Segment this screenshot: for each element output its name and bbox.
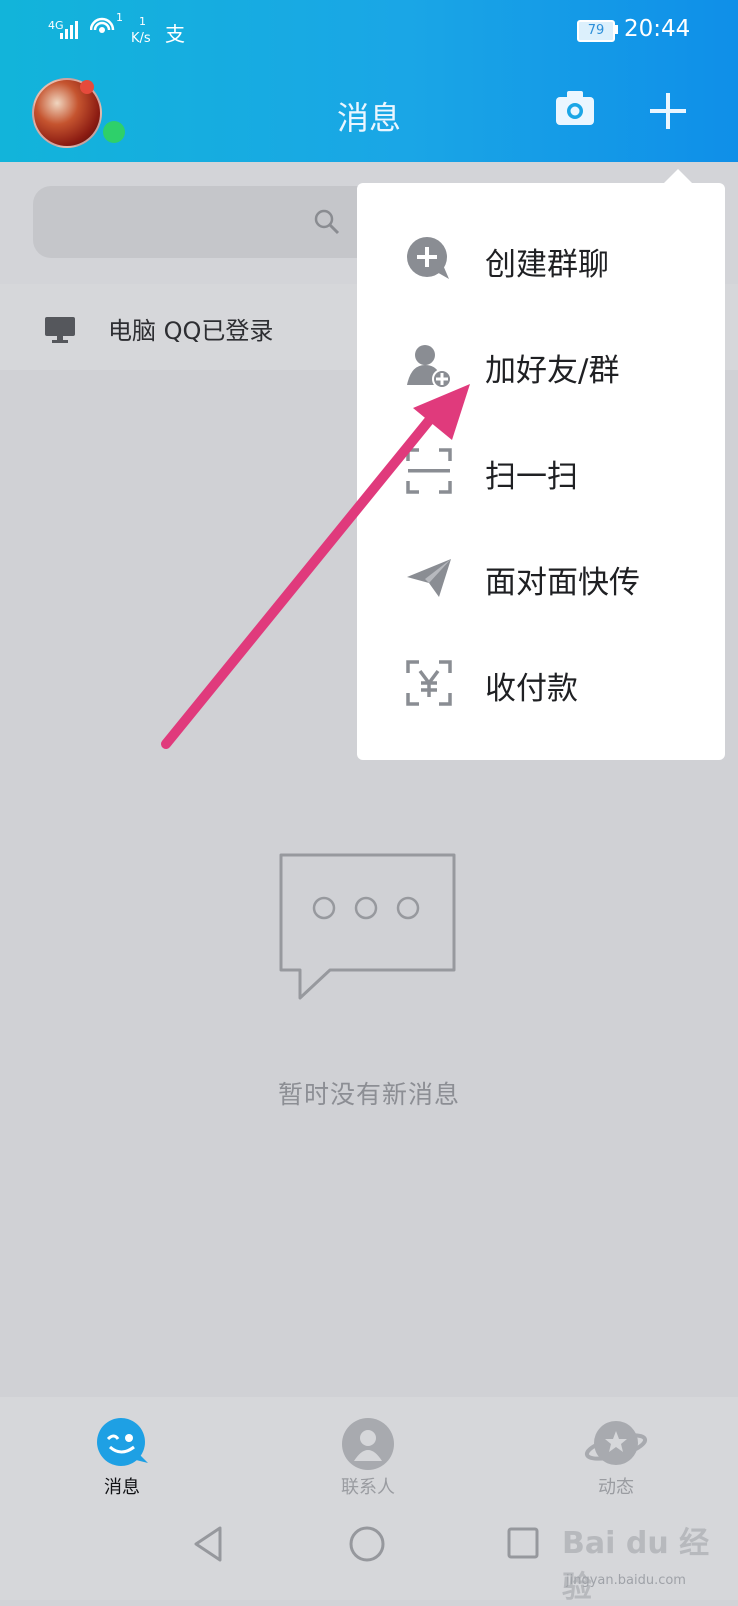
speed-unit: K/s (131, 31, 151, 46)
recent-apps-nav-icon[interactable] (506, 1526, 542, 1562)
watermark-url: jingyan.baidu.com (566, 1573, 686, 1588)
contacts-tab-icon (342, 1418, 394, 1470)
tab-messages[interactable]: 消息 (52, 1397, 192, 1499)
empty-state-text: 暂时没有新消息 (277, 1080, 460, 1109)
battery-icon: 79 (577, 20, 615, 42)
bottom-tab-bar: 消息 联系人 动态 (0, 1397, 738, 1499)
menu-item-face-to-face-transfer[interactable]: 面对面快传 (357, 523, 725, 629)
menu-item-create-group[interactable]: 创建群聊 (357, 205, 725, 311)
header-bar: 4G 1 1 K/s 支 79 20:44 消息 (0, 0, 738, 162)
monitor-icon (45, 317, 75, 343)
alipay-icon: 支 (165, 22, 185, 46)
tab-label: 消息 (104, 1477, 140, 1498)
tab-moments[interactable]: 动态 (546, 1397, 686, 1499)
page-title: 消息 (336, 99, 401, 137)
menu-item-label: 创建群聊 (485, 247, 609, 283)
group-chat-add-icon (407, 237, 449, 279)
menu-item-label: 加好友/群 (485, 353, 620, 389)
speed-value: 1 (139, 15, 146, 28)
scan-icon (406, 448, 452, 494)
add-friend-icon (407, 345, 452, 389)
plus-dropdown-menu: 创建群聊 加好友/群 扫一扫 面对面快传 收付款 (357, 183, 725, 760)
search-icon (314, 209, 340, 235)
battery-level: 79 (587, 23, 605, 38)
battery-tip (614, 25, 618, 34)
plus-icon[interactable] (649, 92, 687, 130)
hotspot-count: 1 (116, 11, 123, 24)
menu-item-payment[interactable]: 收付款 (357, 629, 725, 735)
baidu-jingyan-logo: Bai du 经验 (562, 1526, 710, 1605)
menu-item-scan[interactable]: 扫一扫 (357, 417, 725, 523)
menu-item-label: 面对面快传 (485, 565, 640, 601)
menu-item-label: 收付款 (485, 671, 578, 707)
signal-icon (60, 21, 78, 39)
tab-label: 动态 (598, 1477, 634, 1498)
pc-login-label: 电脑 QQ已登录 (108, 317, 274, 345)
paper-plane-icon (407, 559, 451, 597)
message-tab-icon (97, 1418, 148, 1466)
tab-label: 联系人 (341, 1477, 395, 1498)
payment-icon (406, 660, 452, 706)
hotspot-icon (90, 17, 115, 33)
avatar-badge (80, 80, 94, 94)
planet-tab-icon (584, 1421, 648, 1465)
clock: 20:44 (624, 16, 691, 42)
tab-contacts[interactable]: 联系人 (298, 1397, 438, 1499)
menu-item-add-friend[interactable]: 加好友/群 (357, 311, 725, 417)
camera-icon[interactable] (555, 90, 595, 126)
empty-chat-bubble-icon (279, 853, 456, 1000)
home-nav-icon[interactable] (347, 1524, 387, 1564)
menu-item-label: 扫一扫 (485, 459, 578, 495)
back-nav-icon[interactable] (190, 1524, 226, 1564)
